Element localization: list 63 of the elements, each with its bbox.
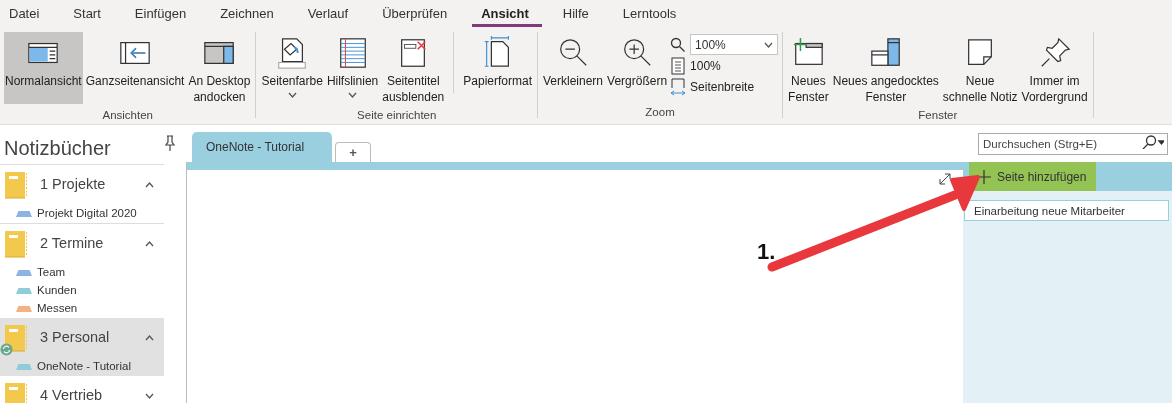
notebook-icon bbox=[4, 230, 28, 258]
search-icon[interactable] bbox=[1140, 135, 1164, 149]
section-item[interactable]: Kunden bbox=[37, 282, 77, 300]
chevron-icon[interactable] bbox=[145, 182, 154, 188]
ribbon-button[interactable]: Seitentitel ausblenden bbox=[381, 32, 446, 107]
search-field[interactable]: Durchsuchen (Strg+E) bbox=[978, 133, 1168, 155]
notebook-icon bbox=[4, 382, 28, 403]
chevron-icon[interactable] bbox=[145, 393, 154, 399]
group-label: Ansichten bbox=[101, 108, 154, 123]
add-page-button[interactable]: Seite hinzufügen bbox=[969, 162, 1097, 191]
ribbon-button[interactable]: Neues angedocktes Fenster bbox=[831, 32, 940, 107]
expand-icon[interactable] bbox=[939, 173, 951, 185]
new-section-tab[interactable]: + bbox=[335, 142, 372, 162]
notebook-name[interactable]: 2 Termine bbox=[40, 233, 145, 255]
pin-icon[interactable] bbox=[164, 135, 176, 151]
page-icon bbox=[670, 57, 687, 75]
section-item[interactable]: Messen bbox=[37, 300, 78, 318]
notebook-icon bbox=[4, 324, 28, 352]
zoom-dropdown[interactable]: 100% bbox=[690, 34, 779, 55]
chevron-icon[interactable] bbox=[145, 241, 154, 247]
notebook-name[interactable]: 3 Personal bbox=[40, 327, 145, 349]
group-label: Zoom bbox=[644, 105, 676, 120]
group-label: Seite einrichten bbox=[356, 108, 438, 123]
ribbon-button[interactable]: Normalansicht bbox=[4, 32, 83, 104]
ribbon-button[interactable]: Vergrößern bbox=[606, 32, 669, 104]
ribbon-button[interactable]: An Desktop andocken bbox=[187, 32, 252, 107]
menu-tab[interactable]: Hilfe bbox=[553, 6, 602, 28]
ribbon-button[interactable]: Seitenfarbe bbox=[260, 32, 324, 104]
menu-tab[interactable]: Einfügen bbox=[125, 6, 200, 28]
sidebar-title: Notizbücher bbox=[0, 125, 164, 165]
section-item[interactable]: Team bbox=[37, 264, 66, 282]
notebook-name[interactable]: 4 Vertrieb bbox=[40, 385, 145, 403]
ribbon-button[interactable]: Papierformat bbox=[462, 32, 533, 104]
menu-tab[interactable]: Überprüfen bbox=[373, 6, 461, 28]
ribbon-button[interactable]: Verkleinern bbox=[542, 32, 605, 104]
notebook-name[interactable]: 1 Projekte bbox=[40, 174, 145, 196]
plus-icon bbox=[977, 169, 991, 184]
ribbon-button[interactable]: Hilfslinien bbox=[325, 32, 380, 104]
menu-tab[interactable]: Zeichnen bbox=[211, 6, 287, 28]
menu-tab[interactable]: Verlauf bbox=[298, 6, 362, 28]
section-item[interactable]: Projekt Digital 2020 bbox=[37, 205, 137, 223]
menu-tab[interactable]: Datei bbox=[0, 6, 53, 28]
notebook-icon bbox=[4, 171, 28, 199]
menu-tab[interactable]: Lerntools bbox=[613, 6, 690, 28]
chevron-icon[interactable] bbox=[145, 335, 154, 341]
menu-tab[interactable]: Ansicht bbox=[472, 6, 542, 28]
page-item[interactable]: Einarbeitung neue Mitarbeiter bbox=[964, 200, 1169, 221]
section-tab[interactable]: OneNote - Tutorial bbox=[192, 132, 333, 162]
group-label: Fenster bbox=[917, 108, 959, 123]
menu-tab[interactable]: Start bbox=[64, 6, 114, 28]
caret-icon[interactable] bbox=[764, 41, 774, 48]
section-item[interactable]: OneNote - Tutorial bbox=[37, 358, 131, 376]
ribbon-button[interactable]: Immer im Vordergrund bbox=[1020, 32, 1089, 107]
ribbon-button[interactable]: Seitenbreite bbox=[670, 77, 779, 97]
annotation-number: 1. bbox=[757, 238, 776, 266]
ribbon-button[interactable]: 100% bbox=[670, 56, 779, 76]
magnifier-icon bbox=[670, 36, 687, 53]
caret-icon[interactable] bbox=[348, 92, 358, 98]
ribbon-button[interactable]: Ganzseitenansicht bbox=[84, 32, 186, 104]
ribbon-button[interactable]: Neues Fenster bbox=[787, 32, 830, 107]
page-width-icon bbox=[670, 78, 687, 96]
ribbon-button[interactable]: Neue schnelle Notiz bbox=[941, 32, 1019, 107]
caret-icon[interactable] bbox=[287, 92, 297, 98]
